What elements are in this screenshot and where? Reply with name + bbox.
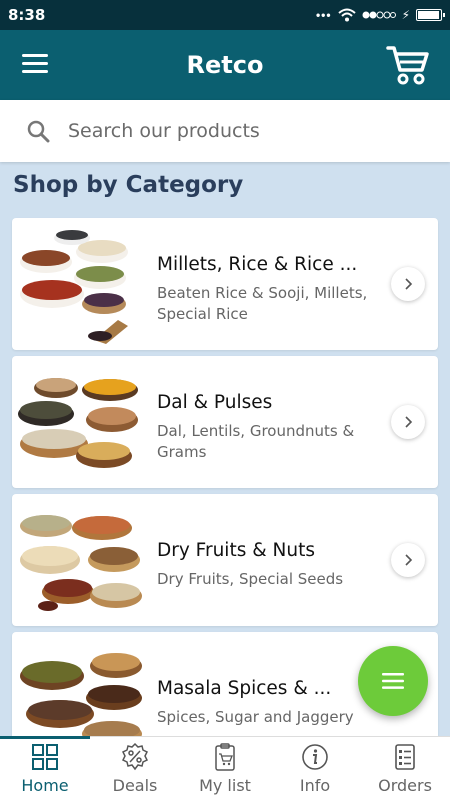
search-input[interactable] — [68, 120, 408, 142]
category-subtitle: Dry Fruits, Special Seeds — [157, 570, 344, 588]
nav-label: Home — [21, 776, 69, 795]
app-title: Retco — [186, 51, 264, 79]
category-text: Dal & Pulses Dal, Lentils, Groundnuts & … — [157, 392, 385, 463]
search-bar — [0, 100, 450, 162]
shopping-list-icon — [215, 743, 235, 771]
status-icons: ••• ⚡ — [315, 8, 445, 22]
category-card-dal-pulses[interactable]: Dal & Pulses Dal, Lentils, Groundnuts & … — [12, 356, 438, 488]
chevron-right-icon — [405, 416, 413, 428]
fab-menu-button[interactable] — [358, 646, 428, 716]
chevron-right-button[interactable] — [391, 543, 425, 577]
list-icon — [382, 673, 404, 689]
dry-fruits-nuts-image — [20, 515, 142, 611]
menu-icon-bar — [22, 62, 48, 65]
category-subtitle: Spices, Sugar and Jaggery — [157, 708, 354, 726]
category-card-millets-rice[interactable]: Millets, Rice & Rice ... Beaten Rice & S… — [12, 218, 438, 350]
menu-icon-bar — [22, 54, 48, 57]
search-icon[interactable] — [26, 119, 50, 143]
menu-button[interactable] — [22, 54, 48, 76]
category-text: Millets, Rice & Rice ... Beaten Rice & S… — [157, 254, 385, 325]
info-icon — [302, 744, 328, 770]
nav-item-home[interactable]: Home — [0, 736, 90, 800]
more-notifications-icon: ••• — [315, 8, 332, 22]
charging-icon: ⚡ — [401, 8, 410, 22]
section-title: Shop by Category — [13, 172, 244, 198]
bottom-navigation: Home Deals My list Info Orders — [0, 736, 450, 800]
category-title: Millets, Rice & Rice ... — [157, 254, 358, 275]
category-subtitle: Beaten Rice & Sooji, Millets, Special Ri… — [157, 284, 368, 323]
battery-level — [418, 11, 439, 19]
menu-icon-bar — [22, 70, 48, 73]
category-subtitle: Dal, Lentils, Groundnuts & Grams — [157, 422, 355, 461]
app-bar: Retco — [0, 30, 450, 100]
category-title: Masala Spices & ... — [157, 678, 332, 699]
dal-pulses-image — [18, 378, 138, 468]
chevron-right-button[interactable] — [391, 267, 425, 301]
battery-icon — [416, 9, 445, 21]
chevron-right-button[interactable] — [391, 405, 425, 439]
category-title: Dal & Pulses — [157, 392, 273, 413]
category-title: Dry Fruits & Nuts — [157, 540, 315, 561]
millets-rice-image — [20, 230, 128, 344]
nav-item-info[interactable]: Info — [270, 737, 360, 800]
nav-item-orders[interactable]: Orders — [360, 737, 450, 800]
chevron-right-icon — [405, 554, 413, 566]
orders-icon — [395, 744, 415, 770]
cart-icon[interactable] — [386, 44, 430, 86]
wifi-icon — [337, 8, 356, 22]
signal-icon — [362, 11, 396, 19]
nav-item-my-list[interactable]: My list — [180, 737, 270, 800]
nav-item-deals[interactable]: Deals — [90, 737, 180, 800]
status-bar: 8:38 ••• ⚡ — [0, 0, 450, 30]
nav-label: My list — [199, 776, 251, 795]
category-text: Masala Spices & ... Spices, Sugar and Ja… — [157, 678, 385, 728]
grid-icon — [32, 744, 58, 770]
chevron-right-icon — [405, 278, 413, 290]
nav-label: Deals — [112, 776, 158, 795]
percent-badge-icon — [121, 742, 149, 771]
category-text: Dry Fruits & Nuts Dry Fruits, Special Se… — [157, 540, 385, 590]
category-card-dry-fruits-nuts[interactable]: Dry Fruits & Nuts Dry Fruits, Special Se… — [12, 494, 438, 626]
nav-label: Info — [299, 776, 331, 795]
status-time: 8:38 — [8, 6, 46, 24]
nav-label: Orders — [378, 776, 432, 795]
